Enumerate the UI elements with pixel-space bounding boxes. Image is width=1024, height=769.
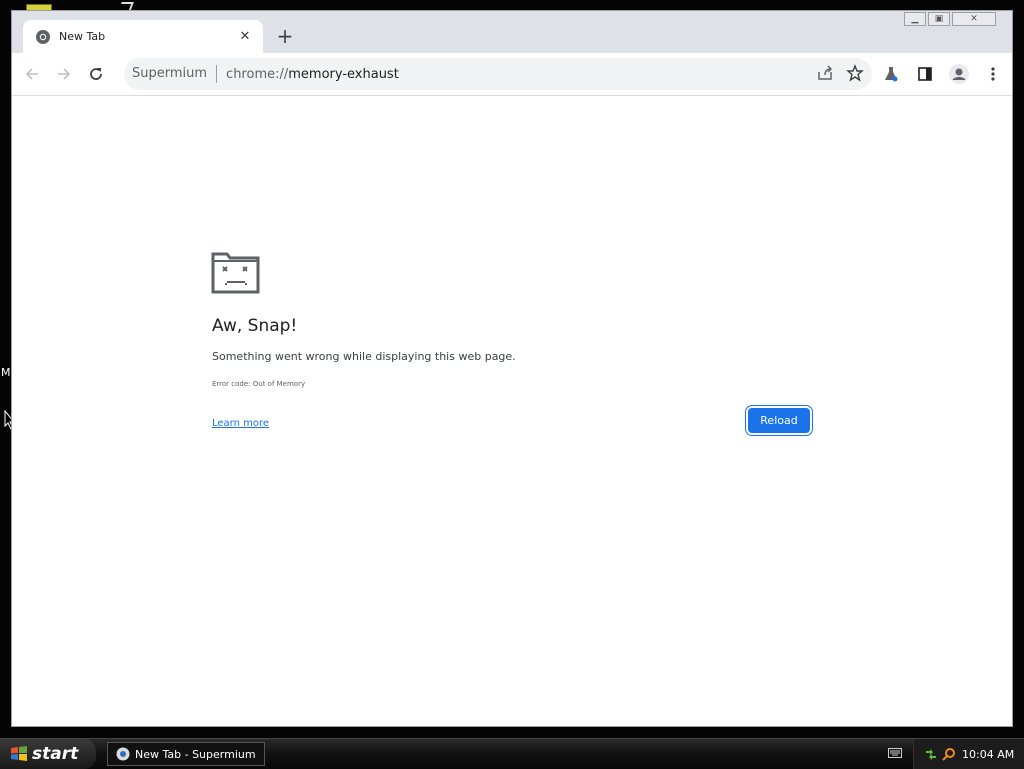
profile-button[interactable]	[946, 61, 972, 87]
url-scheme: chrome://	[226, 66, 289, 82]
learn-more-link[interactable]: Learn more	[212, 418, 269, 429]
url-text[interactable]: chrome://memory-exhaust	[217, 67, 399, 82]
side-panel-icon	[918, 67, 932, 81]
profile-avatar-icon	[949, 64, 969, 84]
menu-button[interactable]	[980, 61, 1006, 87]
desktop-side-letter: M	[1, 366, 11, 379]
reload-nav-button[interactable]	[82, 60, 110, 88]
address-bar[interactable]: Supermium chrome://memory-exhaust	[124, 58, 872, 90]
maximize-button[interactable]: ▣	[928, 12, 950, 26]
system-tray: 10:04 AM	[913, 739, 1024, 769]
labs-button[interactable]	[878, 61, 904, 87]
refresh-icon	[90, 68, 102, 80]
windows-flag-icon	[11, 746, 27, 761]
error-code: Error code: Out of Memory	[212, 380, 306, 388]
forward-button[interactable]	[50, 60, 78, 88]
tab-strip: New Tab ✕ + ▁ ▣ ✕	[12, 11, 1012, 53]
start-label: start	[32, 744, 79, 764]
side-panel-button[interactable]	[912, 61, 938, 87]
flask-icon	[885, 67, 898, 82]
taskbar: start New Tab - Supermium 10:04 AM	[0, 738, 1024, 769]
tab-close-icon[interactable]: ✕	[237, 29, 253, 45]
browser-toolbar: Supermium chrome://memory-exhaust	[12, 53, 1012, 96]
site-chip[interactable]: Supermium	[132, 65, 218, 83]
minimize-button[interactable]: ▁	[904, 12, 926, 26]
error-message: Something went wrong while displaying th…	[212, 350, 516, 363]
url-host: memory-exhaust	[288, 66, 399, 82]
page-content: Aw, Snap! Something went wrong while dis…	[12, 96, 1012, 726]
supermium-logo-icon	[116, 747, 130, 761]
taskbar-item-label: New Tab - Supermium	[135, 747, 256, 761]
tab-new-tab[interactable]: New Tab ✕	[23, 20, 263, 53]
chrome-logo-icon	[36, 29, 50, 44]
start-button[interactable]: start	[0, 739, 96, 769]
window-controls: ▁ ▣ ✕	[904, 12, 996, 26]
search-tray-icon[interactable]	[942, 747, 956, 761]
reload-button[interactable]: Reload	[748, 408, 810, 433]
forward-arrow-icon	[58, 68, 71, 80]
share-icon[interactable]	[816, 64, 834, 82]
kebab-menu-icon	[991, 67, 995, 81]
back-button[interactable]	[18, 60, 46, 88]
error-heading: Aw, Snap!	[212, 316, 298, 336]
taskbar-item-browser[interactable]: New Tab - Supermium	[107, 742, 265, 766]
back-arrow-icon	[25, 68, 38, 80]
tab-title: New Tab	[59, 30, 106, 43]
keyboard-icon[interactable]	[888, 748, 902, 758]
clock[interactable]: 10:04 AM	[962, 748, 1014, 761]
new-tab-button[interactable]: +	[274, 24, 296, 48]
bookmark-star-icon[interactable]	[846, 64, 864, 82]
sad-folder-icon	[211, 252, 260, 294]
close-window-button[interactable]: ✕	[952, 12, 996, 26]
network-arrows-icon[interactable]	[924, 747, 938, 761]
browser-window: New Tab ✕ + ▁ ▣ ✕ Supermium chrome://mem…	[11, 10, 1013, 727]
